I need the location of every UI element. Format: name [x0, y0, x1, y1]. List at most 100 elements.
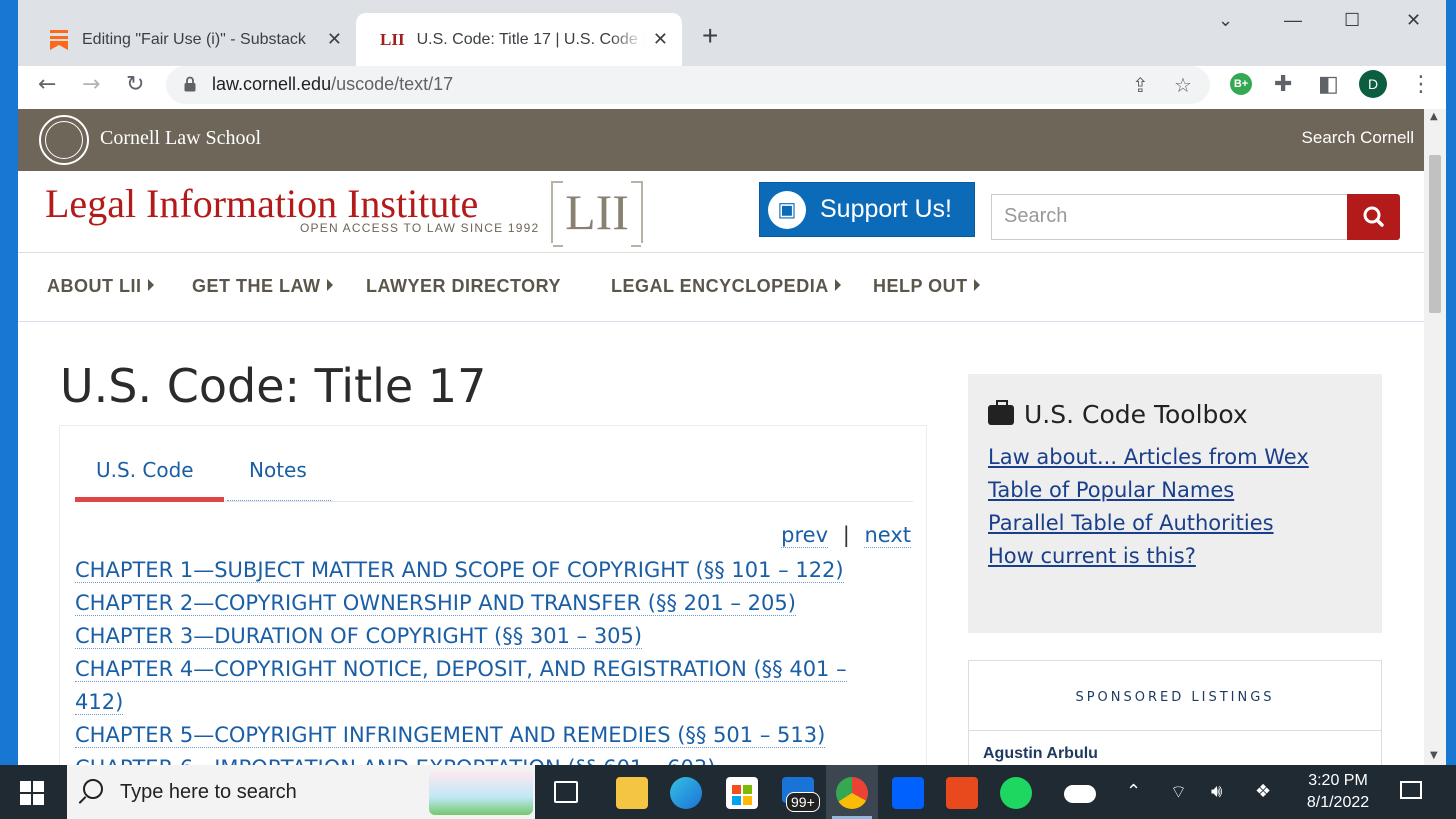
chapter-link[interactable]: CHAPTER 6—IMPORTATION AND EXPORTATION (§… [75, 752, 915, 765]
tab-substack[interactable]: Editing "Fair Use (i)" - Substack ✕ [26, 13, 356, 66]
file-explorer-icon[interactable] [616, 777, 648, 809]
profile-avatar[interactable]: D [1359, 70, 1387, 98]
lii-favicon-icon: LII [380, 29, 405, 49]
chapter-link[interactable]: CHAPTER 4—COPYRIGHT NOTICE, DEPOSIT, AND… [75, 653, 915, 686]
chapter-link[interactable]: CHAPTER 3—DURATION OF COPYRIGHT (§§ 301 … [75, 620, 915, 653]
extension-badge-icon[interactable]: B+ [1230, 73, 1252, 95]
nav-get-the-law[interactable]: GET THE LAW [192, 276, 333, 297]
nav-legal-encyclopedia[interactable]: LEGAL ENCYCLOPEDIA [611, 276, 841, 297]
briefcase-icon [988, 399, 1014, 425]
spotify-icon[interactable] [1000, 777, 1032, 809]
office-icon[interactable] [946, 777, 978, 809]
pager-separator: | [842, 523, 850, 547]
toolbox-link-wex[interactable]: Law about... Articles from Wex [988, 441, 1362, 474]
toolbox-link-how-current[interactable]: How current is this? [988, 540, 1362, 573]
dropbox-tray-icon[interactable]: ❖ [1255, 781, 1271, 802]
scroll-thumb[interactable] [1429, 155, 1441, 313]
back-icon[interactable]: ← [38, 72, 56, 97]
search-icon [1363, 206, 1384, 227]
chevron-down-icon[interactable]: ⌄ [1218, 10, 1233, 31]
tab-us-code[interactable]: U.S. Code [96, 458, 194, 482]
share-icon[interactable]: ⇪ [1132, 73, 1149, 97]
clock-time: 3:20 PM [1308, 772, 1368, 789]
sponsored-listing-name[interactable]: Agustin Arbulu [983, 745, 1098, 763]
windows-start-icon[interactable] [20, 781, 44, 805]
chapter-link[interactable]: CHAPTER 2—COPYRIGHT OWNERSHIP AND TRANSF… [75, 587, 915, 620]
notification-icon[interactable] [1400, 781, 1422, 799]
lii-logo-mark[interactable]: LII [551, 181, 643, 247]
close-icon[interactable]: ✕ [653, 29, 668, 50]
page-scrollbar[interactable]: ▲ ▼ [1424, 109, 1446, 765]
maximize-icon[interactable]: ☐ [1344, 10, 1360, 31]
main-nav: ABOUT LII GET THE LAW LAWYER DIRECTORY L… [18, 254, 1424, 322]
search-highlight-illustration [429, 771, 533, 815]
prev-link[interactable]: prev [781, 523, 829, 548]
reload-icon[interactable]: ↻ [126, 72, 144, 97]
task-view-icon[interactable] [554, 781, 578, 803]
nav-help-out[interactable]: HELP OUT [873, 276, 980, 297]
search-button[interactable] [1347, 194, 1400, 240]
kebab-menu-icon[interactable]: ⋮ [1410, 72, 1432, 97]
next-link[interactable]: next [864, 523, 911, 548]
cornell-seal-icon[interactable] [39, 115, 89, 165]
edge-icon[interactable] [670, 777, 702, 809]
extensions-puzzle-icon[interactable]: ✚ [1274, 72, 1292, 97]
close-icon[interactable]: ✕ [327, 29, 342, 50]
site-header: Legal Information Institute OPEN ACCESS … [18, 171, 1424, 253]
sponsored-listings: SPONSORED LISTINGS Agustin Arbulu [968, 660, 1382, 765]
support-us-button[interactable]: ▣ Support Us! [759, 182, 975, 237]
nav-about-lii[interactable]: ABOUT LII [47, 276, 154, 297]
search-icon [83, 779, 103, 799]
gift-icon: ▣ [768, 190, 806, 229]
cornell-law-school-link[interactable]: Cornell Law School [100, 127, 261, 150]
sponsored-heading: SPONSORED LISTINGS [969, 661, 1381, 731]
search-cornell-link[interactable]: Search Cornell [1302, 128, 1414, 148]
chapter-link[interactable]: CHAPTER 1—SUBJECT MATTER AND SCOPE OF CO… [75, 554, 915, 587]
new-tab-icon[interactable]: + [702, 20, 718, 52]
substack-icon [50, 29, 68, 50]
site-search-input[interactable]: Search [991, 194, 1348, 240]
tab-uscode[interactable]: LII U.S. Code: Title 17 | U.S. Code | U … [356, 13, 682, 66]
toolbox-link-popular-names[interactable]: Table of Popular Names [988, 474, 1362, 507]
wifi-icon[interactable]: ⌔ [1170, 781, 1187, 804]
tab-title: Editing "Fair Use (i)" - Substack [82, 30, 306, 48]
clock[interactable]: 3:20 PM 8/1/2022 [1296, 770, 1380, 814]
tab-notes[interactable]: Notes [249, 458, 307, 482]
lii-tagline: OPEN ACCESS TO LAW SINCE 1992 [300, 221, 540, 235]
side-panel-icon[interactable]: ◧ [1318, 72, 1339, 97]
toolbox-title: U.S. Code Toolbox [988, 399, 1362, 429]
caret-right-icon [973, 279, 980, 291]
microsoft-store-icon[interactable] [726, 777, 758, 809]
desktop-edge [0, 0, 18, 765]
taskbar-search[interactable]: Type here to search [67, 765, 535, 819]
scroll-down-icon[interactable]: ▼ [1430, 750, 1438, 761]
dropbox-icon[interactable] [892, 777, 924, 809]
scroll-up-icon[interactable]: ▲ [1430, 111, 1438, 122]
window-close-icon[interactable]: ✕ [1406, 10, 1421, 31]
browser-toolbar: ← → ↻ law.cornell.edu/uscode/text/17 ⇪ ☆… [18, 66, 1446, 109]
forward-icon[interactable]: → [82, 72, 100, 97]
lii-logo-text[interactable]: Legal Information Institute [45, 180, 478, 227]
caret-right-icon [147, 279, 154, 291]
browser-window: Editing "Fair Use (i)" - Substack ✕ LII … [18, 0, 1446, 765]
bookmark-star-icon[interactable]: ☆ [1174, 73, 1192, 97]
windows-taskbar: Type here to search 99+ ⌃ ⌔ 🔊︎ ❖ 3:20 PM… [0, 765, 1456, 819]
support-label: Support Us! [820, 195, 953, 223]
toolbox-link-parallel-table[interactable]: Parallel Table of Authorities [988, 507, 1362, 540]
nav-lawyer-directory[interactable]: LAWYER DIRECTORY [366, 276, 561, 297]
clock-date: 8/1/2022 [1306, 794, 1370, 811]
chapter-link-continued[interactable]: 412) [75, 686, 915, 719]
address-bar[interactable]: law.cornell.edu/uscode/text/17 ⇪ ☆ [166, 66, 1210, 104]
volume-icon[interactable]: 🔊︎ [1211, 781, 1222, 802]
mail-badge: 99+ [786, 792, 820, 812]
chapter-link[interactable]: CHAPTER 5—COPYRIGHT INFRINGEMENT AND REM… [75, 719, 915, 752]
content-panel: U.S. Code Notes prev | next CHAPTER 1—SU… [59, 425, 927, 765]
minimize-icon[interactable]: — [1284, 10, 1302, 31]
caret-right-icon [834, 279, 841, 291]
active-tab-indicator [75, 497, 224, 502]
chrome-icon[interactable] [836, 777, 868, 809]
chapter-list: CHAPTER 1—SUBJECT MATTER AND SCOPE OF CO… [75, 554, 915, 765]
chevron-up-icon[interactable]: ⌃ [1126, 781, 1141, 802]
us-code-toolbox: U.S. Code Toolbox Law about... Articles … [968, 374, 1382, 633]
weather-icon[interactable] [1064, 785, 1096, 803]
